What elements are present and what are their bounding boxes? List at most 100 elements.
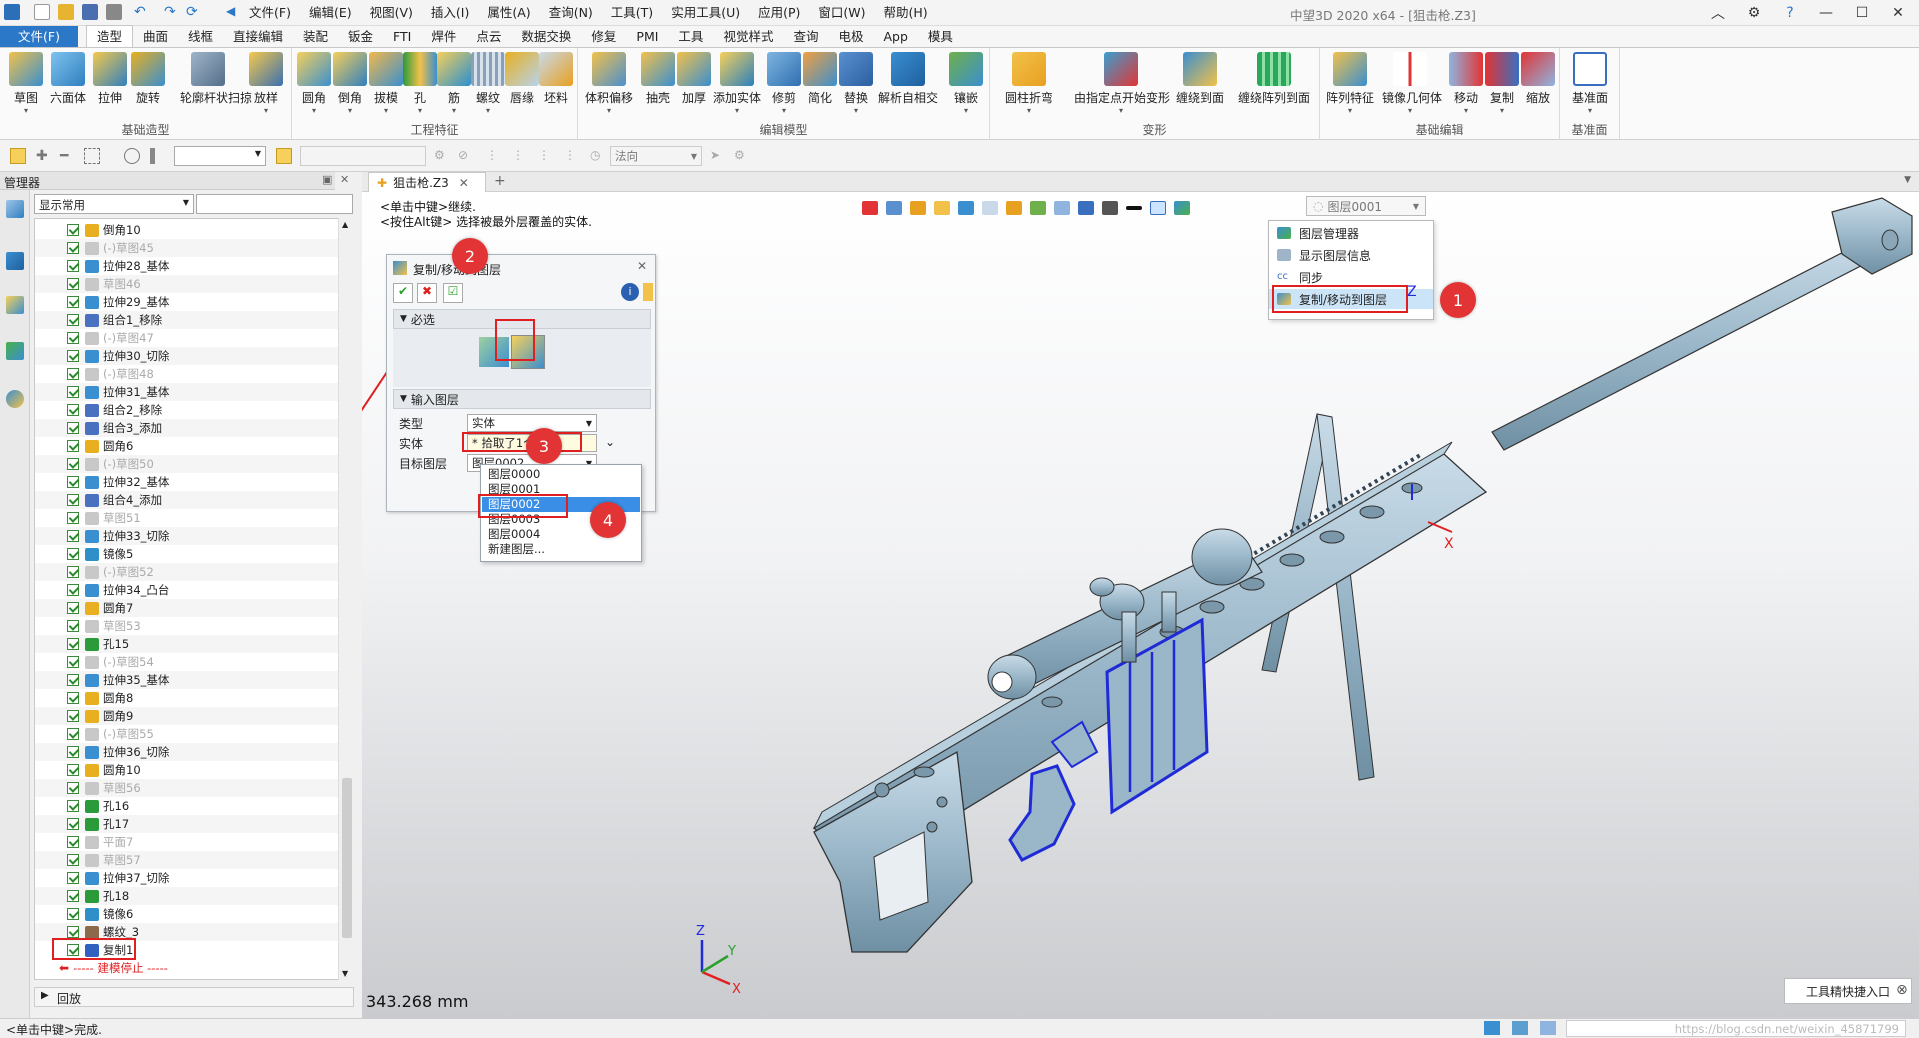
no-entry-icon[interactable]: ⊘	[458, 148, 474, 164]
visibility-checkbox[interactable]	[67, 368, 79, 380]
new-file-icon[interactable]	[34, 4, 50, 20]
gear-small-icon[interactable]: ⚙	[734, 148, 750, 164]
align3-icon[interactable]: ⋮	[538, 148, 554, 164]
doc-tab-close-icon[interactable]: ✕	[459, 176, 469, 190]
tab-modeling[interactable]: 造型	[85, 25, 133, 47]
pick-mode-icon[interactable]	[276, 148, 292, 164]
layer-option[interactable]: 图层0000	[482, 467, 640, 482]
model-stop-marker[interactable]: ⬅ ----- 建模停止 -----	[35, 959, 339, 977]
visibility-checkbox[interactable]	[67, 638, 79, 650]
trim-button[interactable]: 修剪 ▾	[764, 52, 804, 115]
manager-filter-select[interactable]: 显示常用 ▼	[34, 194, 194, 214]
status-icon-1[interactable]	[1484, 1021, 1500, 1035]
menu-tools[interactable]: 工具(T)	[602, 4, 662, 22]
tree-item[interactable]: 草图46	[35, 275, 339, 293]
tree-item[interactable]: 拉伸28_基体	[35, 257, 339, 275]
visibility-checkbox[interactable]	[67, 350, 79, 362]
menu-attribute[interactable]: 属性(A)	[478, 4, 539, 22]
visibility-checkbox[interactable]	[67, 746, 79, 758]
visibility-checkbox[interactable]	[67, 926, 79, 938]
scroll-down-icon[interactable]: ▼	[342, 969, 348, 978]
tree-item[interactable]: (-)草图52	[35, 563, 339, 581]
visibility-checkbox[interactable]	[67, 440, 79, 452]
tab-electrode[interactable]: 电极	[828, 26, 873, 47]
tree-item[interactable]: 孔17	[35, 815, 339, 833]
tree-item[interactable]: 组合2_移除	[35, 401, 339, 419]
tree-item[interactable]: 草图53	[35, 617, 339, 635]
tab-repair[interactable]: 修复	[581, 26, 626, 47]
visibility-checkbox[interactable]	[67, 530, 79, 542]
tab-file[interactable]: 文件(F)	[0, 26, 78, 47]
visibility-checkbox[interactable]	[67, 818, 79, 830]
graphics-viewport[interactable]: <单击中键>继续. <按住Alt键> 选择被最外层覆盖的实体. ◌ 图层0001…	[362, 192, 1919, 1018]
user-tab-icon[interactable]	[6, 390, 24, 408]
dialog-close-icon[interactable]: ✕	[637, 259, 647, 273]
add-solid-button[interactable]: 添加实体 ▾	[712, 52, 762, 115]
direction-combo[interactable]: 法向 ▼	[610, 146, 702, 166]
offset-button[interactable]: 体积偏移 ▾	[584, 52, 634, 115]
entity-options-icon[interactable]: ⌄	[605, 435, 615, 449]
undo-icon[interactable]: ↶	[134, 4, 150, 20]
visibility-checkbox[interactable]	[67, 908, 79, 920]
shell-button[interactable]: 抽壳	[638, 52, 678, 106]
chamfer-button[interactable]: 倒角 ▾	[330, 52, 370, 115]
tree-item[interactable]: (-)草图54	[35, 653, 339, 671]
pattern-button[interactable]: 阵列特征 ▾	[1326, 52, 1374, 115]
apply-button[interactable]: ☑	[443, 283, 463, 303]
menu-help[interactable]: 帮助(H)	[875, 4, 937, 22]
section-input-layer[interactable]: ▼ 输入图层	[393, 389, 651, 409]
box-select-icon[interactable]	[84, 148, 100, 164]
menu-insert[interactable]: 插入(I)	[422, 4, 478, 22]
profile-sweep-button[interactable]: 轮廓杆状扫掠	[180, 52, 252, 106]
visibility-checkbox[interactable]	[67, 242, 79, 254]
revolve-button[interactable]: 旋转	[128, 52, 168, 106]
cancel-button[interactable]: ✖	[417, 283, 437, 303]
visibility-checkbox[interactable]	[67, 386, 79, 398]
visibility-checkbox[interactable]	[67, 584, 79, 596]
app-logo-icon[interactable]	[4, 4, 20, 20]
tab-query[interactable]: 查询	[783, 26, 828, 47]
visibility-checkbox[interactable]	[67, 800, 79, 812]
filter-combo[interactable]: ▼	[174, 146, 266, 166]
tree-item[interactable]: 拉伸30_切除	[35, 347, 339, 365]
wrap-array-button[interactable]: 缠绕阵列到面	[1236, 52, 1312, 106]
menu-view[interactable]: 视图(V)	[361, 4, 422, 22]
tab-sniper-z3[interactable]: ✚ 狙击枪.Z3 ✕	[368, 172, 486, 192]
scale-button[interactable]: 缩放	[1518, 52, 1558, 106]
visibility-checkbox[interactable]	[67, 296, 79, 308]
playback-bar[interactable]: ▶ 回放	[34, 987, 354, 1007]
save-icon[interactable]	[82, 4, 98, 20]
visibility-checkbox[interactable]	[67, 602, 79, 614]
visibility-checkbox[interactable]	[67, 476, 79, 488]
collapse-ribbon-icon[interactable]: ︿	[1703, 2, 1733, 24]
visibility-checkbox[interactable]	[67, 548, 79, 560]
tree-item[interactable]: 圆角7	[35, 599, 339, 617]
visibility-checkbox[interactable]	[67, 854, 79, 866]
tab-point-cloud[interactable]: 点云	[466, 26, 511, 47]
status-input[interactable]: https://blog.csdn.net/weixin_45871799	[1566, 1020, 1906, 1037]
manager-search-input[interactable]	[196, 194, 353, 214]
visibility-checkbox[interactable]	[67, 674, 79, 686]
scroll-up-icon[interactable]: ▲	[342, 220, 348, 229]
tree-scrollbar[interactable]: ▲ ▼	[338, 218, 354, 980]
align2-icon[interactable]: ⋮	[512, 148, 528, 164]
visibility-checkbox[interactable]	[67, 782, 79, 794]
tab-fti[interactable]: FTI	[383, 26, 421, 47]
pin-icon[interactable]: ▣	[322, 173, 332, 186]
tree-item[interactable]: 草图51	[35, 509, 339, 527]
tab-list-icon[interactable]: ▼	[1904, 175, 1911, 185]
tree-item[interactable]: 拉伸29_基体	[35, 293, 339, 311]
expand-arrow-icon[interactable]: ▶	[41, 990, 49, 1001]
tree-item[interactable]: 拉伸31_基体	[35, 383, 339, 401]
tree-item[interactable]: 圆角10	[35, 761, 339, 779]
visibility-checkbox[interactable]	[67, 890, 79, 902]
tree-item[interactable]: 草图56	[35, 779, 339, 797]
history-tab-icon[interactable]	[6, 200, 24, 218]
extrude-button[interactable]: 拉伸	[90, 52, 130, 106]
quick-tool-entry[interactable]: 工具精快捷入口	[1784, 978, 1912, 1004]
manager-close-icon[interactable]: ✕	[340, 173, 349, 186]
mirror-geometry-button[interactable]: 镜像几何体 ▾	[1382, 52, 1442, 115]
tree-item[interactable]: 拉伸33_切除	[35, 527, 339, 545]
visibility-checkbox[interactable]	[67, 314, 79, 326]
part-tab-icon[interactable]	[6, 296, 24, 314]
